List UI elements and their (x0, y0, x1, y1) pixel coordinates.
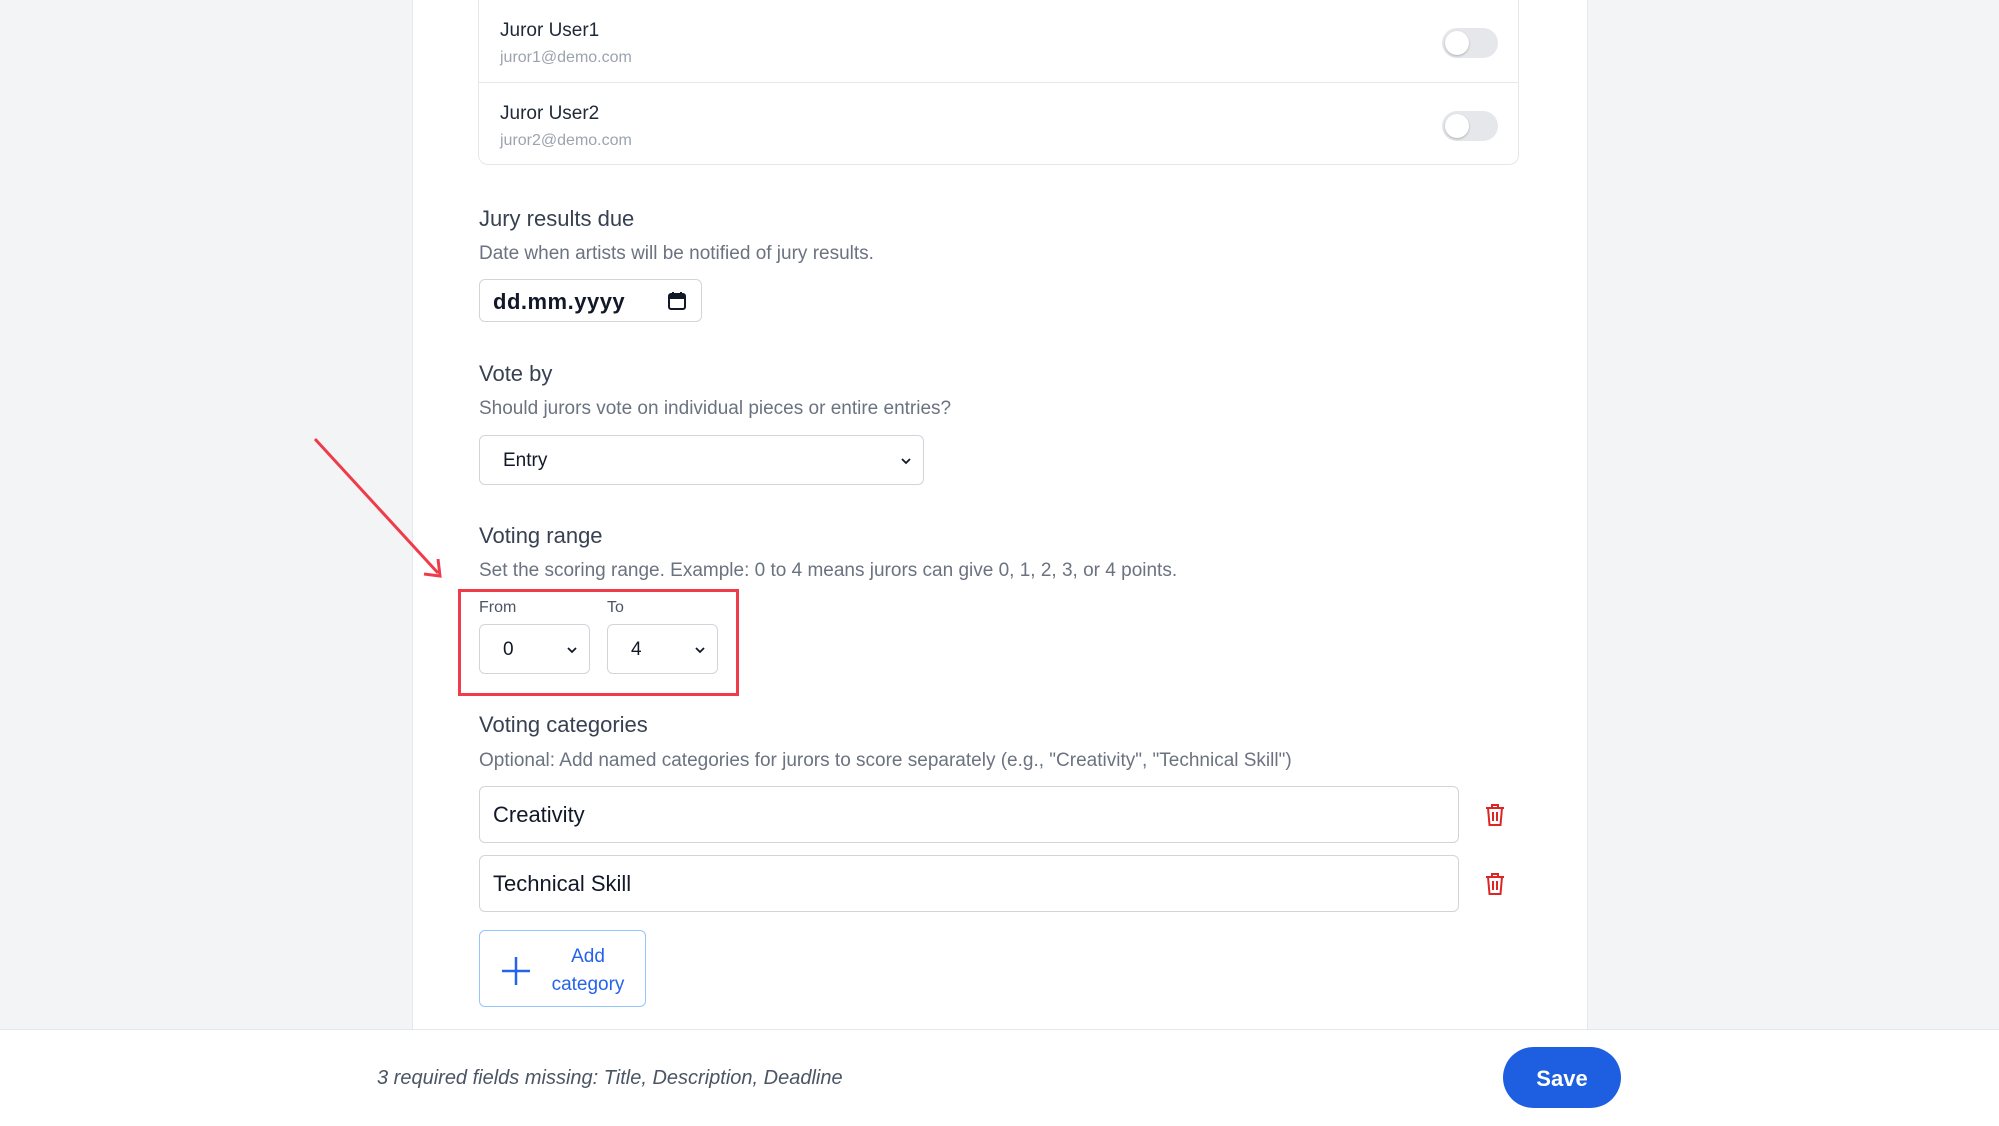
range-from-value: 0 (503, 639, 514, 660)
range-to-select[interactable]: 4 (607, 624, 718, 674)
add-category-label: Add category (538, 943, 638, 999)
chevron-down-icon (901, 458, 911, 465)
toggle-knob (1445, 31, 1469, 55)
category-input[interactable]: Technical Skill (479, 855, 1459, 912)
voting-range-help: Set the scoring range. Example: 0 to 4 m… (479, 560, 1178, 581)
trash-icon[interactable] (1484, 872, 1506, 896)
add-category-label-line1: Add (571, 946, 605, 967)
juror-name: Juror User2 (500, 103, 600, 124)
annotation-arrow (313, 437, 442, 578)
jury-results-date-input[interactable]: dd.mm.yyyy (479, 279, 702, 322)
plus-icon (502, 957, 530, 985)
calendar-icon[interactable] (667, 291, 687, 311)
juror-name: Juror User1 (500, 20, 600, 41)
juror-toggle[interactable] (1442, 111, 1498, 141)
chevron-down-icon (567, 647, 577, 654)
footer-bar: 3 required fields missing: Title, Descri… (0, 1029, 1999, 1126)
chevron-down-icon (695, 647, 705, 654)
save-button[interactable]: Save (1503, 1047, 1621, 1108)
juror-email: juror1@demo.com (500, 49, 632, 66)
vote-by-selected: Entry (503, 450, 548, 471)
date-placeholder: dd.mm.yyyy (493, 289, 626, 314)
voting-categories-help: Optional: Add named categories for juror… (479, 750, 1292, 771)
category-value: Technical Skill (493, 871, 632, 896)
category-input[interactable]: Creativity (479, 786, 1459, 843)
voting-categories-label: Voting categories (479, 712, 648, 737)
missing-fields-text: 3 required fields missing: Title, Descri… (377, 1067, 843, 1089)
juror-row: Juror User1 juror1@demo.com (479, 0, 1518, 83)
category-value: Creativity (493, 802, 585, 827)
jury-results-due-help: Date when artists will be notified of ju… (479, 243, 874, 264)
range-from-select[interactable]: 0 (479, 624, 590, 674)
range-to-label: To (607, 599, 624, 616)
vote-by-label: Vote by (479, 361, 553, 386)
trash-icon[interactable] (1484, 803, 1506, 827)
jury-results-due-label: Jury results due (479, 206, 635, 231)
range-to-value: 4 (631, 639, 642, 660)
vote-by-help: Should jurors vote on individual pieces … (479, 398, 952, 419)
add-category-label-line2: category (551, 974, 625, 995)
juror-row: Juror User2 juror2@demo.com (479, 83, 1518, 165)
toggle-knob (1445, 114, 1469, 138)
juror-list: Juror User1 juror1@demo.com Juror User2 … (478, 0, 1519, 165)
juror-email: juror2@demo.com (500, 132, 632, 149)
range-from-label: From (479, 599, 517, 616)
add-category-button[interactable]: Add category (479, 930, 646, 1007)
juror-toggle[interactable] (1442, 28, 1498, 58)
vote-by-select[interactable]: Entry (479, 435, 924, 485)
voting-range-label: Voting range (479, 523, 603, 548)
